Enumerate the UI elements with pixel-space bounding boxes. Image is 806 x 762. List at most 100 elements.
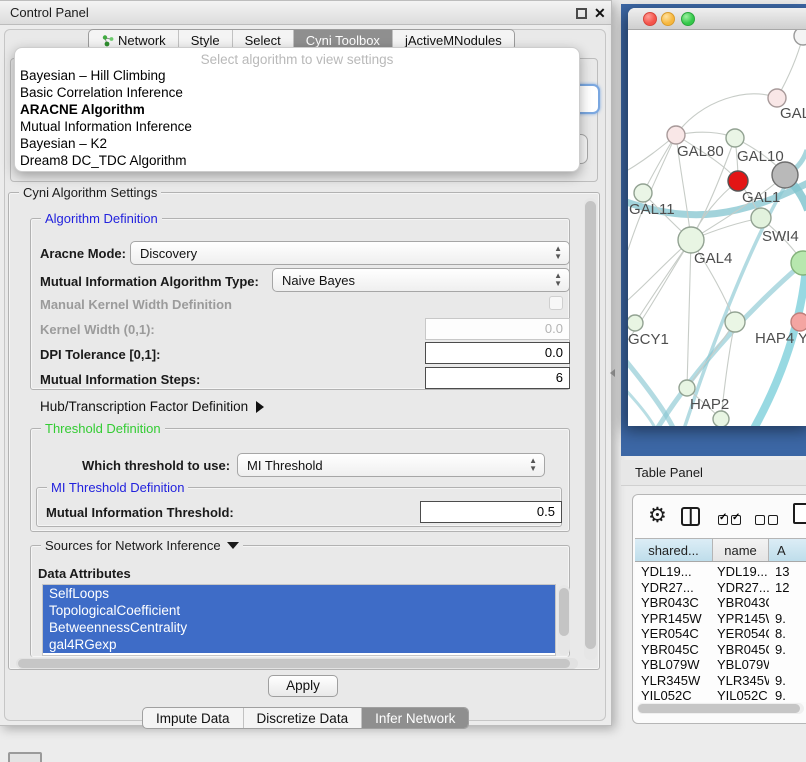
- table-cell: YBR043C: [713, 595, 769, 611]
- table-cell: YER054C: [713, 626, 769, 642]
- table-cell: [769, 595, 805, 611]
- mi-steps-field[interactable]: 6: [425, 367, 570, 389]
- attributes-vscrollbar-thumb[interactable]: [559, 588, 569, 636]
- table-row[interactable]: YBL079WYBL079W: [635, 657, 806, 673]
- mi-type-combo[interactable]: Naive Bayes ▲▼: [272, 268, 570, 292]
- network-node-hap2[interactable]: [679, 380, 695, 396]
- tab-infer-network[interactable]: Infer Network: [362, 708, 468, 728]
- settings-vscrollbar-thumb[interactable]: [585, 201, 596, 649]
- settings-hscrollbar[interactable]: [16, 658, 578, 669]
- manual-kernel-checkbox[interactable]: [549, 296, 563, 310]
- table-cell: YDL19...: [635, 564, 713, 580]
- minimized-panel-icon[interactable]: [8, 752, 42, 762]
- network-window-titlebar[interactable]: [628, 8, 806, 30]
- network-node-gcy1[interactable]: [628, 315, 643, 331]
- document-icon[interactable]: [793, 503, 806, 524]
- table-row[interactable]: YLR345WYLR345W9.: [635, 673, 806, 689]
- table-row[interactable]: YDR27...YDR27...12: [635, 580, 806, 596]
- table-cell: [769, 657, 805, 673]
- combo-spinner-icon: ▲▼: [554, 272, 562, 288]
- network-canvas[interactable]: GALGAL80GAL10GAL11GAL1SWI4GAL4GCY1HAP4YH…: [628, 30, 806, 426]
- network-node[interactable]: [713, 411, 729, 426]
- table-panel-title: Table Panel: [621, 465, 703, 480]
- table-hscrollbar-thumb[interactable]: [638, 704, 800, 713]
- table-panel-titlebar: Table Panel: [621, 460, 806, 486]
- network-node[interactable]: [728, 171, 748, 191]
- settings-hscrollbar-thumb[interactable]: [18, 659, 570, 668]
- table-row[interactable]: YBR045CYBR045C9.: [635, 642, 806, 658]
- algorithm-option[interactable]: Bayesian – Hill Climbing: [15, 68, 579, 85]
- float-window-icon[interactable]: [576, 8, 587, 19]
- hub-section-toggle[interactable]: Hub/Transcription Factor Definition: [40, 399, 264, 414]
- node-label: HAP4: [755, 330, 794, 347]
- threshold-definition-legend: Threshold Definition: [41, 421, 165, 436]
- control-panel-titlebar: Control Panel: [0, 1, 611, 25]
- close-icon[interactable]: ✕: [594, 5, 606, 22]
- table-row[interactable]: YBR043CYBR043C: [635, 595, 806, 611]
- network-node-hap4[interactable]: [725, 312, 745, 332]
- collapse-arrow-icon[interactable]: [227, 542, 239, 549]
- algorithm-option[interactable]: Mutual Information Inference: [15, 119, 579, 136]
- tab-impute-data[interactable]: Impute Data: [143, 708, 244, 728]
- mi-threshold-label: Mutual Information Threshold:: [46, 505, 234, 520]
- network-node-gal10[interactable]: [726, 129, 744, 147]
- table-hscrollbar[interactable]: [637, 703, 804, 714]
- algorithm-option[interactable]: ARACNE Algorithm: [15, 102, 579, 119]
- attribute-list-item[interactable]: SelfLoops: [43, 585, 555, 602]
- mi-threshold-field[interactable]: 0.5: [420, 501, 562, 523]
- kernel-width-field[interactable]: 0.0: [425, 318, 570, 340]
- settings-vscrollbar[interactable]: [584, 198, 597, 660]
- columns-icon[interactable]: [681, 507, 700, 526]
- table-cell: YPR145W: [713, 611, 769, 627]
- table-cell: YBR045C: [713, 642, 769, 658]
- hide-columns-icon[interactable]: [755, 512, 778, 530]
- which-threshold-combo[interactable]: MI Threshold ▲▼: [237, 453, 545, 477]
- table-cell: 9.: [769, 611, 805, 627]
- cyni-settings-legend: Cyni Algorithm Settings: [19, 185, 161, 200]
- attribute-list-item[interactable]: TopologicalCoefficient: [43, 602, 555, 619]
- minimize-traffic-light[interactable]: [661, 12, 675, 26]
- table-row[interactable]: YER054CYER054C8.: [635, 626, 806, 642]
- node-label: GAL1: [742, 189, 780, 206]
- table-body: YDL19...YDL19...13YDR27...YDR27...12YBR0…: [635, 564, 806, 702]
- table-cell: YPR145W: [635, 611, 713, 627]
- table-cell: YIL052C: [713, 688, 769, 702]
- node-label: GAL10: [737, 148, 784, 165]
- table-cell: YBL079W: [713, 657, 769, 673]
- attribute-list-item[interactable]: gal4RGexp: [43, 636, 555, 653]
- show-checked-columns-icon[interactable]: [718, 512, 741, 530]
- table-row[interactable]: YPR145WYPR145W9.: [635, 611, 806, 627]
- node-label: GCY1: [628, 331, 669, 348]
- splitter-handle-icon[interactable]: [610, 369, 615, 377]
- network-node-gal80[interactable]: [667, 126, 685, 144]
- table-cell: 12: [769, 580, 805, 596]
- attribute-list-item[interactable]: BetweennessCentrality: [43, 619, 555, 636]
- column-header-clipped[interactable]: A: [769, 539, 806, 562]
- zoom-traffic-light[interactable]: [681, 12, 695, 26]
- algorithm-option[interactable]: Bayesian – K2: [15, 136, 579, 153]
- column-header-name[interactable]: name: [713, 539, 769, 562]
- tab-discretize-data[interactable]: Discretize Data: [244, 708, 363, 728]
- table-row[interactable]: YDL19...YDL19...13: [635, 564, 806, 580]
- network-node-gal1[interactable]: [751, 208, 771, 228]
- column-header-shared-name[interactable]: shared...: [635, 539, 713, 562]
- algorithm-option[interactable]: Basic Correlation Inference: [15, 85, 579, 102]
- network-node[interactable]: [794, 30, 806, 45]
- node-label: HAP2: [690, 396, 729, 413]
- table-cell: YER054C: [635, 626, 713, 642]
- gear-icon[interactable]: ⚙: [648, 505, 667, 526]
- table-cell: 8.: [769, 626, 805, 642]
- network-node-y[interactable]: [791, 313, 806, 331]
- aracne-mode-combo[interactable]: Discovery ▲▼: [130, 241, 570, 265]
- algorithm-option[interactable]: Dream8 DC_TDC Algorithm: [15, 153, 579, 170]
- attributes-vscrollbar[interactable]: [558, 585, 570, 655]
- network-node-gal11[interactable]: [634, 184, 652, 202]
- close-traffic-light[interactable]: [643, 12, 657, 26]
- table-cell: 9.: [769, 642, 805, 658]
- apply-button[interactable]: Apply: [268, 675, 338, 697]
- table-cell: 13: [769, 564, 805, 580]
- table-cell: YBR045C: [635, 642, 713, 658]
- dpi-tolerance-field[interactable]: 0.0: [425, 342, 570, 364]
- network-node[interactable]: [772, 162, 798, 188]
- table-row[interactable]: YIL052CYIL052C9.: [635, 688, 806, 702]
